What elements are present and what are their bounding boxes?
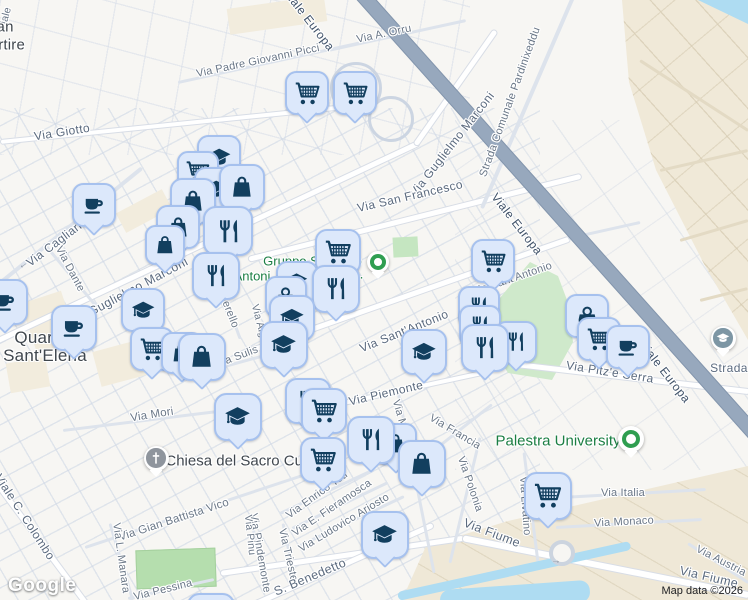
cafe-marker[interactable] bbox=[72, 183, 116, 227]
restaurant-marker[interactable] bbox=[347, 416, 395, 464]
shopping-cart-icon bbox=[335, 73, 375, 113]
map-canvas[interactable]: Via Padre Giovanni Picci Via A. Orru Via G… bbox=[0, 0, 748, 600]
graduation-cap-icon bbox=[713, 328, 733, 348]
school-icon bbox=[363, 513, 407, 557]
shopping-bag-icon bbox=[180, 335, 224, 379]
shopping-cart-icon bbox=[287, 73, 327, 113]
shopping-bag-icon bbox=[400, 442, 444, 486]
restaurant-icon bbox=[194, 254, 238, 298]
school-icon bbox=[262, 323, 306, 367]
store-marker[interactable] bbox=[398, 440, 446, 488]
shopping-bag-icon bbox=[221, 166, 263, 208]
restaurant-icon bbox=[349, 418, 393, 462]
shopping-bag-icon bbox=[147, 227, 183, 263]
road-segment bbox=[249, 518, 270, 593]
school-icon bbox=[216, 395, 260, 439]
university-pin[interactable] bbox=[710, 325, 736, 351]
school-icon bbox=[403, 331, 445, 373]
city-label: Martire bbox=[0, 36, 26, 54]
google-logo[interactable]: Google bbox=[8, 575, 76, 597]
school-marker[interactable] bbox=[361, 511, 409, 559]
landuse-patch bbox=[5, 356, 51, 394]
shopping-cart-icon bbox=[473, 241, 513, 281]
city-label: San bbox=[0, 18, 14, 36]
restaurant-marker[interactable] bbox=[312, 265, 360, 313]
park-poi-pin[interactable] bbox=[618, 426, 644, 452]
church-pin[interactable] bbox=[143, 445, 169, 471]
shopping-bag-icon bbox=[189, 595, 233, 600]
road-segment bbox=[0, 166, 144, 289]
park-poi-pin[interactable] bbox=[367, 251, 389, 273]
cafe-marker[interactable] bbox=[0, 279, 28, 325]
store-marker[interactable] bbox=[187, 593, 235, 600]
restaurant-icon bbox=[314, 267, 358, 311]
cafe-icon bbox=[74, 185, 114, 225]
cafe-icon bbox=[53, 307, 95, 349]
store-marker[interactable] bbox=[178, 333, 226, 381]
supermarket-marker[interactable] bbox=[301, 388, 347, 434]
cross-icon bbox=[146, 448, 166, 468]
supermarket-marker[interactable] bbox=[471, 239, 515, 283]
green-dot-icon bbox=[370, 254, 386, 270]
road-segment bbox=[281, 522, 299, 589]
landuse-patch bbox=[226, 0, 328, 35]
roundabout bbox=[549, 540, 575, 566]
street-label: Strada bbox=[710, 361, 748, 375]
restaurant-marker[interactable] bbox=[461, 324, 509, 372]
store-marker[interactable] bbox=[145, 225, 185, 265]
street-label: Viale bbox=[0, 5, 14, 33]
map-data-attribution: Map data ©2026 bbox=[661, 585, 744, 597]
cafe-icon bbox=[0, 281, 26, 323]
supermarket-marker[interactable] bbox=[300, 437, 346, 483]
poi-label-green[interactable]: Palestra University bbox=[495, 433, 620, 450]
supermarket-marker[interactable] bbox=[285, 71, 329, 115]
street-label: Via Cagliari bbox=[23, 218, 85, 270]
school-marker[interactable] bbox=[401, 329, 447, 375]
supermarket-marker[interactable] bbox=[333, 71, 377, 115]
school-marker[interactable] bbox=[121, 288, 165, 332]
store-marker[interactable] bbox=[219, 164, 265, 210]
cafe-marker[interactable] bbox=[606, 325, 650, 369]
shopping-cart-icon bbox=[526, 474, 570, 518]
school-icon bbox=[123, 290, 163, 330]
shopping-cart-icon bbox=[303, 390, 345, 432]
school-marker[interactable] bbox=[260, 321, 308, 369]
restaurant-marker[interactable] bbox=[192, 252, 240, 300]
supermarket-marker[interactable] bbox=[524, 472, 572, 520]
cafe-icon bbox=[608, 327, 648, 367]
park-square bbox=[392, 236, 419, 258]
restaurant-marker[interactable] bbox=[203, 206, 253, 256]
cafe-marker[interactable] bbox=[51, 305, 97, 351]
restaurant-icon bbox=[463, 326, 507, 370]
restaurant-icon bbox=[205, 208, 251, 254]
school-marker[interactable] bbox=[214, 393, 262, 441]
shopping-cart-icon bbox=[302, 439, 344, 481]
green-dot-icon bbox=[621, 429, 641, 449]
